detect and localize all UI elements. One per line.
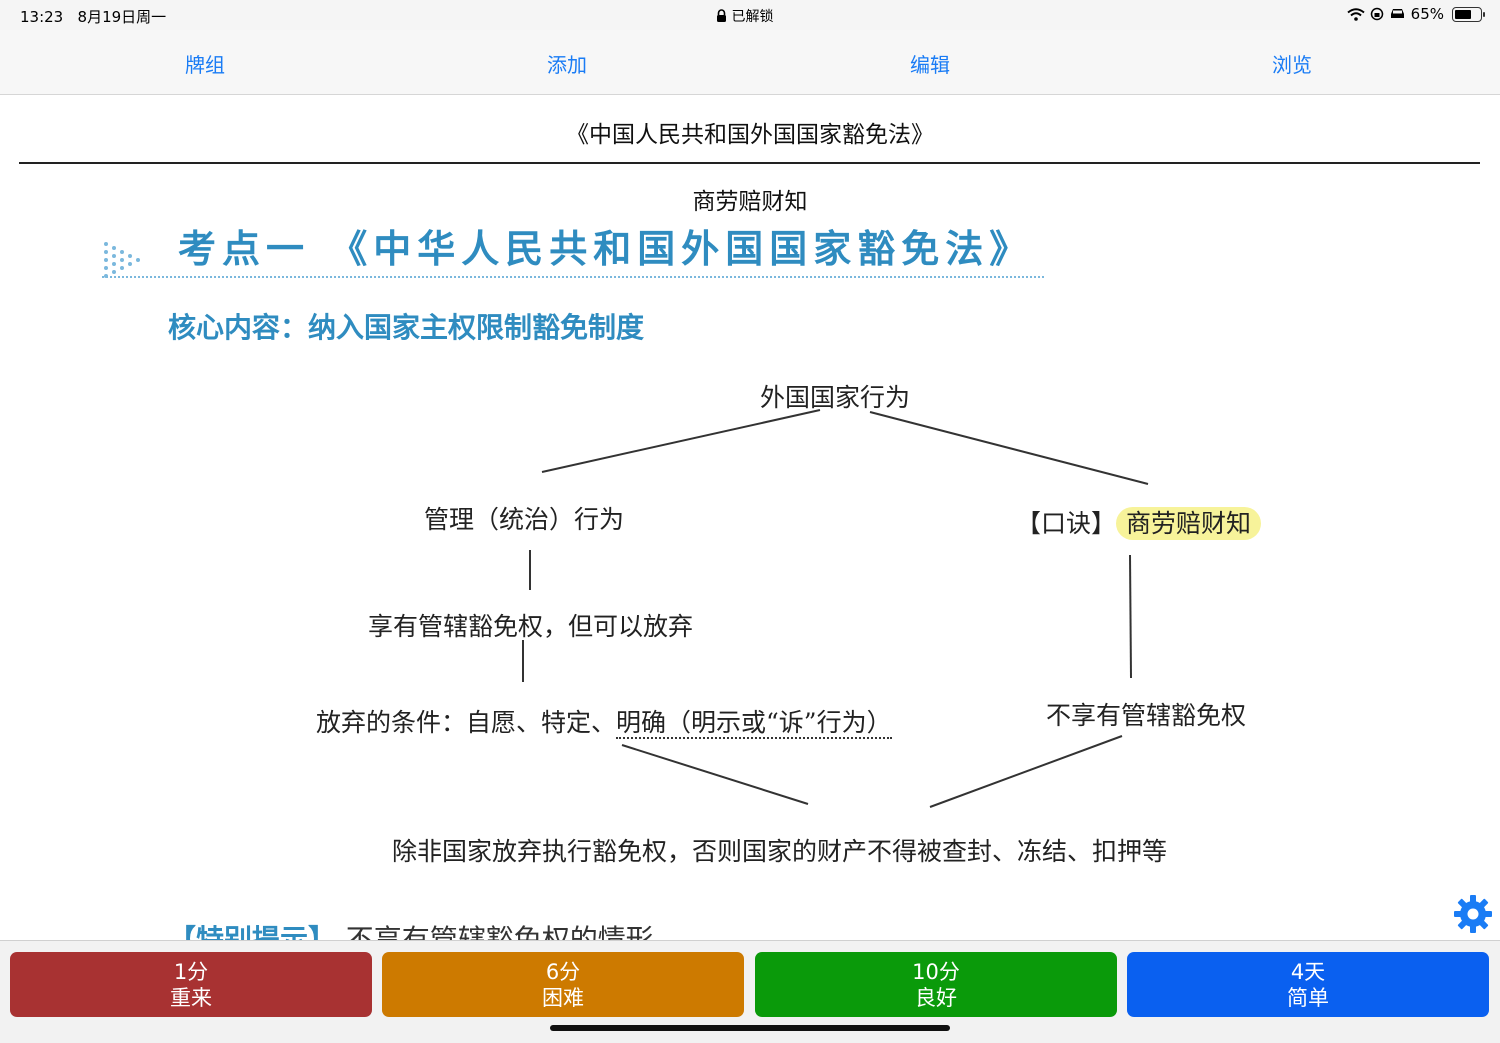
answer-image: 考点一 《中华人民共和国外国国家豁免法》 核心内容：纳入国家主权限制豁免制度 外… [90,210,1330,940]
edit-button[interactable]: 编辑 [910,49,950,78]
lock-status-text: 已解锁 [731,9,774,25]
scan-bottom-partial: 【特别提示】 不享有管辖豁免权的情形 [168,918,654,940]
hard-button[interactable]: 6分 困难 [382,952,744,1017]
toolbar: 牌组 添加 编辑 浏览 [0,30,1500,95]
browse-button[interactable]: 浏览 [1272,49,1312,78]
node-conclusion: 除非国家放弃执行豁免权，否则国家的财产不得被查封、冻结、扣押等 [392,837,1168,866]
status-time-text: 13:23 [20,8,64,26]
battery-percent: 65% [1410,5,1444,23]
connector-right-1 [1129,554,1132,679]
mnemonic-label: 【口诀】 [1016,509,1117,538]
lock-icon [717,9,726,22]
decks-button[interactable]: 牌组 [185,49,225,78]
good-label: 良好 [915,986,957,1010]
connector-left-conclusion [621,744,809,805]
easy-button[interactable]: 4天 简单 [1127,952,1489,1017]
again-label: 重来 [170,986,212,1010]
wifi-icon [1347,7,1365,21]
node-right-mid: 不享有管辖豁免权 [1046,701,1247,730]
battery-icon [1452,6,1485,22]
answer-divider [19,162,1480,164]
mnemonic-highlight: 商劳赔财知 [1116,507,1262,540]
waiver-prefix: 放弃的条件：自愿、特定、 [316,708,617,737]
status-bar: 13:23 8月19日周一 已解锁 65% [0,0,1500,30]
node-left-branch: 管理（统治）行为 [424,505,625,534]
node-root: 外国国家行为 [760,383,911,412]
status-indicators: 65% [1347,5,1485,23]
home-indicator[interactable] [550,1025,950,1031]
connector-right-conclusion [929,735,1123,808]
good-button[interactable]: 10分 良好 [755,952,1117,1017]
gear-icon[interactable] [1453,894,1493,934]
again-interval: 1分 [173,960,209,984]
waiver-underlined: 明确（明示或“诉”行为） [616,708,892,739]
status-date-text: 8月19日周一 [77,8,167,26]
easy-interval: 4天 [1290,960,1326,984]
status-time: 13:23 8月19日周一 [20,6,166,27]
answer-bar: 1分 重来 6分 困难 10分 良好 4天 简单 [0,940,1500,1043]
orientation-lock-icon [1370,7,1383,21]
node-left-mid: 享有管辖豁免权，但可以放弃 [368,612,694,641]
good-interval: 10分 [912,960,960,984]
battery-tip [1483,11,1485,17]
lock-status: 已解锁 [716,6,773,26]
connector-root-right [869,411,1149,485]
hard-interval: 6分 [545,960,581,984]
node-waiver-conditions: 放弃的条件：自愿、特定、明确（明示或“诉”行为） [316,703,892,739]
car-icon [1390,9,1404,18]
again-button[interactable]: 1分 重来 [10,952,372,1017]
hard-label: 困难 [542,986,584,1010]
special-note-label: 【特别提示】 [168,923,337,940]
add-button[interactable]: 添加 [547,49,587,78]
easy-label: 简单 [1287,986,1329,1010]
battery-fill [1455,9,1471,19]
card-question-title: 《中国人民共和国外国国家豁免法》 [566,122,934,148]
tree-connectors [522,409,1149,808]
special-note-text: 不享有管辖豁免权的情形 [345,923,654,940]
node-right-branch: 【口诀】 商劳赔财知 [1016,504,1262,540]
connector-root-left [541,409,821,473]
